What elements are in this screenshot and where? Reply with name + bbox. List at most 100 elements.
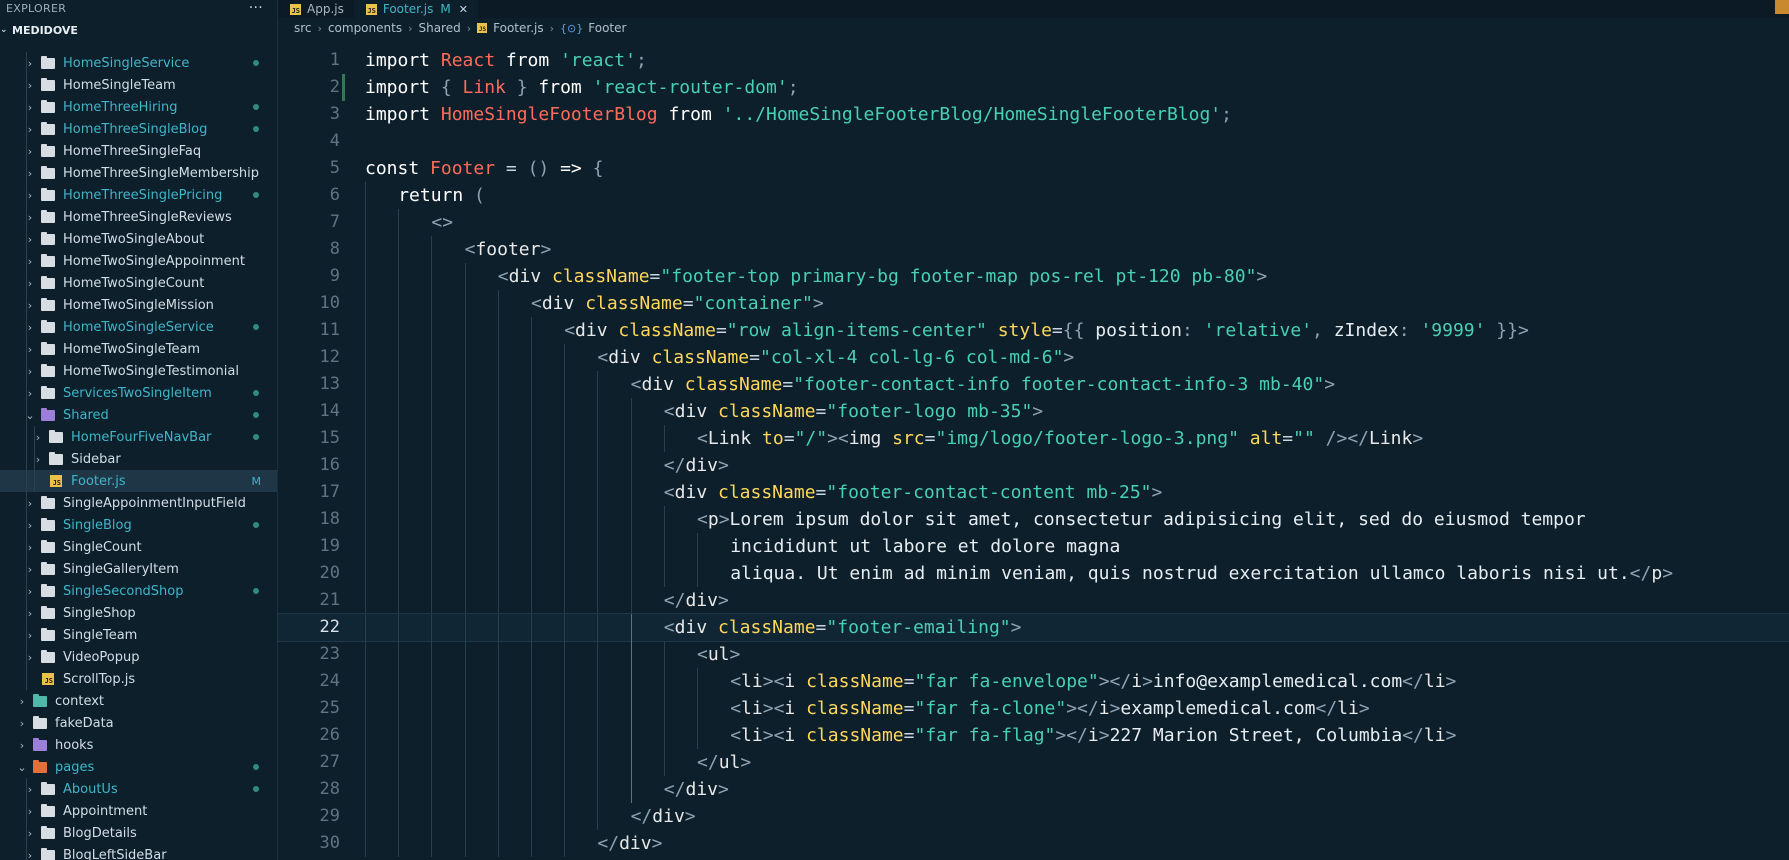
code-line[interactable]: 30 </div> bbox=[278, 830, 1789, 857]
code-line[interactable]: 10 <div className="container"> bbox=[278, 290, 1789, 317]
tree-item-hometwosinglemission[interactable]: › HomeTwoSingleMission bbox=[0, 294, 277, 316]
tree-item-hometwosingleservice[interactable]: › HomeTwoSingleService bbox=[0, 316, 277, 338]
code-line[interactable]: 11 <div className="row align-items-center… bbox=[278, 317, 1789, 344]
tree-item-context[interactable]: › context bbox=[0, 690, 277, 712]
indent-guide bbox=[697, 560, 698, 587]
tree-item-pages[interactable]: ⌄ pages bbox=[0, 756, 277, 778]
indent-guide bbox=[365, 425, 366, 452]
code-text: <li><i className="far fa-clone"></i>exam… bbox=[730, 695, 1370, 722]
indent-guide bbox=[398, 560, 400, 587]
code-line[interactable]: 24 <li><i className="far fa-envelope"></i… bbox=[278, 668, 1789, 695]
code-line[interactable]: 12 <div className="col-xl-4 col-lg-6 col-… bbox=[278, 344, 1789, 371]
tree-item-aboutus[interactable]: › AboutUs bbox=[0, 778, 277, 800]
indent-guide bbox=[26, 316, 27, 338]
breadcrumb-src[interactable]: src bbox=[294, 21, 312, 35]
folder-shape bbox=[41, 253, 55, 267]
tree-item-homesingleservice[interactable]: › HomeSingleService bbox=[0, 52, 277, 74]
code-text: <li><i className="far fa-flag"></i>227 M… bbox=[730, 722, 1456, 749]
tree-item-homethreesingleblog[interactable]: › HomeThreeSingleBlog bbox=[0, 118, 277, 140]
indent-guide bbox=[26, 448, 27, 470]
tree-item-singlecount[interactable]: › SingleCount bbox=[0, 536, 277, 558]
window-control-icon[interactable] bbox=[1775, 0, 1789, 14]
indent-guide bbox=[365, 695, 366, 722]
code-line[interactable]: 21 </div> bbox=[278, 587, 1789, 614]
code-line[interactable]: 14 <div className="footer-logo mb-35"> bbox=[278, 398, 1789, 425]
breadcrumb-symbol[interactable]: Footer bbox=[588, 21, 626, 35]
tree-item-appointment[interactable]: › Appointment bbox=[0, 800, 277, 822]
code-line[interactable]: 9 <div className="footer-top primary-bg f… bbox=[278, 263, 1789, 290]
tree-item-servicestwosingleitem[interactable]: › ServicesTwoSingleItem bbox=[0, 382, 277, 404]
tree-item-singlesecondshop[interactable]: › SingleSecondShop bbox=[0, 580, 277, 602]
code-token: div bbox=[641, 374, 685, 395]
indent-guide bbox=[497, 533, 499, 560]
tree-item-hometwosinglecount[interactable]: › HomeTwoSingleCount bbox=[0, 272, 277, 294]
code-token: footer bbox=[475, 239, 541, 260]
tree-item-singleshop[interactable]: › SingleShop bbox=[0, 602, 277, 624]
indent-guide bbox=[564, 749, 566, 776]
code-line[interactable]: 5 const Footer = () => { bbox=[278, 155, 1789, 182]
git-change-dot bbox=[253, 412, 259, 418]
project-root[interactable]: ⌄ MEDIDOVE bbox=[0, 20, 277, 40]
code-line[interactable]: 3 import HomeSingleFooterBlog from '../Ho… bbox=[278, 101, 1789, 128]
code-line[interactable]: 15 <Link to="/"><img src="img/logo/footer… bbox=[278, 425, 1789, 452]
code-line[interactable]: 18 <p>Lorem ipsum dolor sit amet, consect… bbox=[278, 506, 1789, 533]
code-line[interactable]: 27 </ul> bbox=[278, 749, 1789, 776]
tree-item-footer-js[interactable]: ›JSFooter.jsM bbox=[0, 470, 277, 492]
breadcrumb-shared[interactable]: Shared bbox=[418, 21, 460, 35]
code-line[interactable]: 25 <li><i className="far fa-clone"></i>ex… bbox=[278, 695, 1789, 722]
code-line[interactable]: 1 import React from 'react'; bbox=[278, 47, 1789, 74]
code-line[interactable]: 22 <div className="footer-emailing"> bbox=[277, 613, 1789, 642]
code-line[interactable]: 19 incididunt ut labore et dolore magna bbox=[278, 533, 1789, 560]
tree-item-singleappoinmentinputfield[interactable]: › SingleAppoinmentInputField bbox=[0, 492, 277, 514]
tab-app-js[interactable]: JS App.js bbox=[278, 0, 354, 18]
tree-item-blogleftsidebar[interactable]: › BlogLeftSideBar bbox=[0, 844, 277, 860]
tree-item-singleteam[interactable]: › SingleTeam bbox=[0, 624, 277, 646]
tab-footer-js[interactable]: JS Footer.js M ✕ bbox=[353, 0, 478, 18]
breadcrumb-file[interactable]: Footer.js bbox=[493, 21, 543, 35]
tree-item-hooks[interactable]: › hooks bbox=[0, 734, 277, 756]
code-line[interactable]: 16 </div> bbox=[278, 452, 1789, 479]
tree-item-homethreehiring[interactable]: › HomeThreeHiring bbox=[0, 96, 277, 118]
indent-guide bbox=[597, 425, 599, 452]
folder-icon bbox=[40, 319, 56, 333]
code-line[interactable]: 26 <li><i className="far fa-flag"></i>227… bbox=[278, 722, 1789, 749]
tree-item-hometwosingletestimonial[interactable]: › HomeTwoSingleTestimonial bbox=[0, 360, 277, 382]
tree-item-singlegalleryitem[interactable]: › SingleGalleryItem bbox=[0, 558, 277, 580]
code-line[interactable]: 17 <div className="footer-contact-content… bbox=[278, 479, 1789, 506]
close-icon[interactable]: ✕ bbox=[459, 3, 468, 16]
tree-item-blogdetails[interactable]: › BlogDetails bbox=[0, 822, 277, 844]
tree-item-homethreesinglemembership[interactable]: › HomeThreeSingleMembership bbox=[0, 162, 277, 184]
tree-item-homefourfivenavbar[interactable]: › HomeFourFiveNavBar bbox=[0, 426, 277, 448]
code-line[interactable]: 23 <ul> bbox=[278, 641, 1789, 668]
tree-item-homethreesinglereviews[interactable]: › HomeThreeSingleReviews bbox=[0, 206, 277, 228]
tree-item-hometwosingleappoinment[interactable]: › HomeTwoSingleAppoinment bbox=[0, 250, 277, 272]
tree-item-label: ScrollTop.js bbox=[63, 671, 136, 687]
indent-guide bbox=[597, 695, 599, 722]
code-editor[interactable]: 1 import React from 'react'; 2 import { Lin… bbox=[277, 47, 1789, 857]
breadcrumb-components[interactable]: components bbox=[328, 21, 402, 35]
tree-item-homesingleteam[interactable]: › HomeSingleTeam bbox=[0, 74, 277, 96]
tree-item-videopopup[interactable]: › VideoPopup bbox=[0, 646, 277, 668]
code-line[interactable]: 8 <footer> bbox=[278, 236, 1789, 263]
code-line[interactable]: 28 </div> bbox=[278, 776, 1789, 803]
tree-item-shared[interactable]: ⌄ Shared bbox=[0, 404, 277, 426]
code-line[interactable]: 4 bbox=[278, 128, 1789, 155]
code-line[interactable]: 20 aliqua. Ut enim ad minim veniam, quis … bbox=[278, 560, 1789, 587]
tree-item-singleblog[interactable]: › SingleBlog bbox=[0, 514, 277, 536]
tree-item-hometwosingleabout[interactable]: › HomeTwoSingleAbout bbox=[0, 228, 277, 250]
code-line[interactable]: 29 </div> bbox=[278, 803, 1789, 830]
tree-item-sidebar[interactable]: › Sidebar bbox=[0, 448, 277, 470]
tree-item-fakedata[interactable]: › fakeData bbox=[0, 712, 277, 734]
tree-item-hometwosingleteam[interactable]: › HomeTwoSingleTeam bbox=[0, 338, 277, 360]
tree-item-homethreesinglepricing[interactable]: › HomeThreeSinglePricing bbox=[0, 184, 277, 206]
indent-guide bbox=[531, 695, 532, 722]
code-token: ></ bbox=[1098, 671, 1132, 692]
more-actions-icon[interactable]: ··· bbox=[249, 0, 277, 16]
code-line[interactable]: 7 <> bbox=[278, 209, 1789, 236]
tree-item-homethreesinglefaq[interactable]: › HomeThreeSingleFaq bbox=[0, 140, 277, 162]
code-line[interactable]: 13 <div className="footer-contact-info fo… bbox=[278, 371, 1789, 398]
tree-item-scrolltop-js[interactable]: ›JSScrollTop.js bbox=[0, 668, 277, 690]
code-line[interactable]: 6 return ( bbox=[278, 182, 1789, 209]
code-token: < bbox=[564, 320, 576, 341]
code-line[interactable]: 2 import { Link } from 'react-router-dom'… bbox=[278, 74, 1789, 101]
